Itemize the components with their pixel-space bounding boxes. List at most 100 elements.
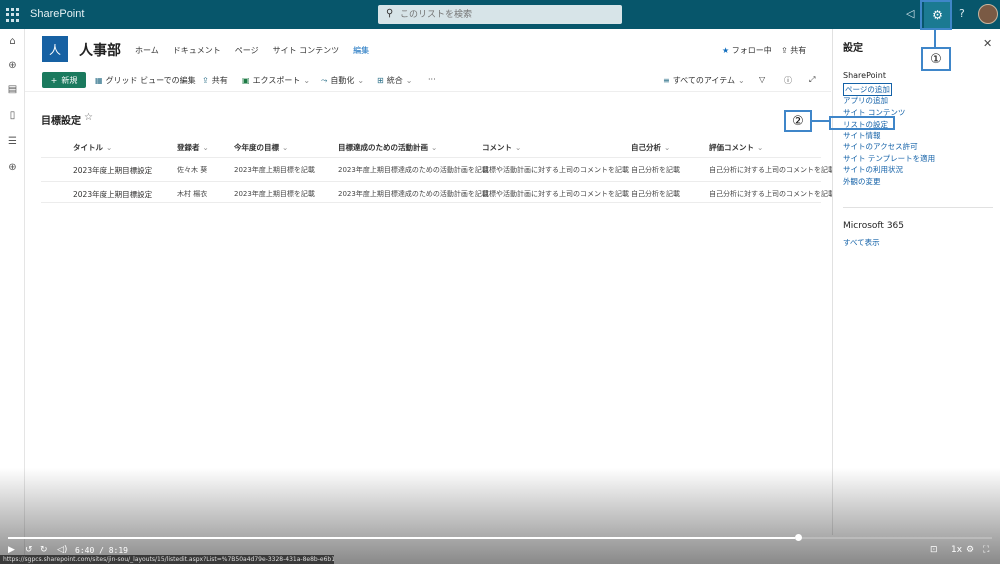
link-site-usage[interactable]: サイトの利用状況 [843, 164, 903, 175]
captions-icon[interactable]: ⊡ [930, 545, 938, 555]
cell-registrant: 佐々木 葵 [177, 166, 208, 174]
chevron-down-icon: ⌄ [282, 143, 289, 152]
nav-edit[interactable]: 編集 [353, 45, 369, 56]
chevron-down-icon: ⌄ [357, 76, 365, 85]
plus-icon: + [50, 75, 58, 85]
video-progress-handle[interactable] [795, 534, 802, 541]
cell-comment: 目標や活動計画に対する上司のコメントを記載 [482, 166, 629, 174]
info-icon[interactable]: ⓘ [784, 75, 792, 86]
grid-edit-button[interactable]: ▦ グリッド ビューでの編集 [95, 75, 196, 86]
follow-button[interactable]: ★ フォロー中 [722, 45, 772, 56]
column-header-goal[interactable]: 今年度の目標 ⌄ [234, 142, 288, 153]
expand-icon[interactable]: ⤢ [809, 75, 815, 85]
file-icon[interactable]: ▯ [6, 109, 19, 122]
lists-icon[interactable]: ☰ [6, 135, 19, 148]
nav-home[interactable]: ホーム [135, 45, 159, 56]
filter-icon[interactable]: ▽ [759, 75, 765, 84]
help-icon[interactable]: ? [959, 7, 965, 20]
callout-2: ② [784, 110, 812, 132]
integrate-button[interactable]: ⊞ 統合 ⌄ [377, 75, 412, 86]
automate-button[interactable]: ⤳ 自動化 ⌄ [321, 75, 364, 86]
integrate-icon: ⊞ [377, 76, 384, 85]
table-row[interactable]: 2023年度上期目標設定 木村 楊衣 2023年度上期目標を記載 2023年度上… [41, 181, 835, 203]
video-settings-icon[interactable]: ⚙ [966, 545, 974, 555]
view-selector[interactable]: ≡ すべてのアイテム ⌄ [663, 75, 745, 86]
share-icon: ⇪ [202, 76, 209, 85]
link-apply-site-template[interactable]: サイト テンプレートを適用 [843, 153, 935, 164]
video-progress-bar[interactable] [8, 534, 992, 541]
excel-icon: ▣ [242, 76, 250, 85]
list-settings-highlight-frame [829, 116, 895, 130]
chevron-down-icon: ⌄ [303, 76, 311, 85]
avatar[interactable] [978, 4, 998, 24]
link-site-info[interactable]: サイト情報 [843, 130, 881, 141]
news-icon[interactable]: ▤ [6, 83, 19, 96]
divider [843, 207, 993, 208]
chevron-down-icon: ⌄ [431, 143, 438, 152]
suite-bar: SharePoint ⚲ ◁ ⚙ ? [0, 0, 1000, 29]
app-launcher-icon[interactable] [6, 8, 20, 22]
favorite-star-icon[interactable]: ☆ [84, 112, 93, 123]
volume-icon[interactable]: ◁) [57, 545, 67, 555]
forward-icon[interactable]: ↻ [40, 545, 48, 555]
automate-icon: ⤳ [321, 76, 328, 85]
more-button[interactable]: ··· [428, 75, 436, 84]
share-icon: ⇪ [781, 46, 788, 55]
search-box[interactable]: ⚲ [378, 5, 622, 24]
link-change-look[interactable]: 外観の変更 [843, 176, 881, 187]
callout-line-2 [812, 120, 830, 122]
column-header-title[interactable]: タイトル ⌄ [73, 142, 112, 153]
brand-label[interactable]: SharePoint [30, 8, 84, 20]
column-header-comment[interactable]: コメント ⌄ [482, 142, 521, 153]
site-share-button[interactable]: ⇪ 共有 [781, 45, 806, 56]
gear-highlight-frame [920, 0, 952, 30]
link-add-app[interactable]: アプリの追加 [843, 95, 888, 106]
cell-plan: 2023年度上期目標達成のための活動計画を記載 [338, 190, 489, 198]
list-title: 目標設定 [41, 116, 81, 127]
globe-icon[interactable]: ⊕ [6, 59, 19, 72]
command-bar: + 新規 ▦ グリッド ビューでの編集 ⇪ 共有 ▣ エクスポート ⌄ ⤳ 自動化 ⌄ ⊞ 統合… [25, 68, 831, 92]
star-filled-icon: ★ [722, 46, 730, 55]
site-title[interactable]: 人事部 [79, 40, 121, 60]
search-input[interactable] [400, 7, 610, 22]
fullscreen-icon[interactable]: ⛶ [983, 545, 989, 555]
rewind-icon[interactable]: ↺ [25, 545, 33, 555]
column-header-plan[interactable]: 目標達成のための活動計画 ⌄ [338, 142, 437, 153]
playback-speed[interactable]: 1x [951, 545, 962, 555]
megaphone-icon[interactable]: ◁ [906, 7, 914, 20]
cell-title[interactable]: 2023年度上期目標設定 [73, 189, 152, 200]
export-button[interactable]: ▣ エクスポート ⌄ [242, 75, 310, 86]
grid-icon: ▦ [95, 76, 103, 85]
cell-self-analysis: 自己分析を記載 [631, 190, 680, 198]
share-button[interactable]: ⇪ 共有 [202, 75, 228, 86]
link-site-permissions[interactable]: サイトのアクセス許可 [843, 141, 918, 152]
close-icon[interactable]: ✕ [983, 37, 992, 50]
settings-panel: 設定 ✕ SharePoint ページの追加 アプリの追加 サイト コンテンツ … [832, 29, 1000, 535]
home-icon[interactable]: ⌂ [6, 35, 19, 48]
link-show-all[interactable]: すべて表示 [843, 237, 880, 248]
cell-title[interactable]: 2023年度上期目標設定 [73, 165, 152, 176]
new-button[interactable]: + 新規 [42, 72, 86, 88]
column-header-registrant[interactable]: 登録者 ⌄ [177, 142, 209, 153]
site-logo[interactable]: 人 [42, 36, 68, 62]
nav-site-contents[interactable]: サイト コンテンツ [273, 45, 340, 56]
cell-comment: 目標や活動計画に対する上司のコメントを記載 [482, 190, 629, 198]
cell-goal: 2023年度上期目標を記載 [234, 190, 315, 198]
view-list-icon: ≡ [663, 76, 670, 85]
table-header: タイトル ⌄ 登録者 ⌄ 今年度の目標 ⌄ 目標達成のための活動計画 ⌄ コメント ⌄ 自… [41, 135, 821, 157]
table-row[interactable]: 2023年度上期目標設定 佐々木 葵 2023年度上期目標を記載 2023年度上… [41, 157, 835, 179]
nav-pages[interactable]: ページ [235, 45, 259, 56]
chevron-down-icon: ⌄ [405, 76, 413, 85]
column-header-evaluation[interactable]: 評価コメント ⌄ [709, 142, 763, 153]
sharepoint-section-heading: SharePoint [843, 71, 886, 80]
cell-registrant: 木村 楊衣 [177, 190, 208, 198]
column-header-self-analysis[interactable]: 自己分析 ⌄ [631, 142, 670, 153]
status-url: https://sgpcs.sharepoint.com/sites/jin-s… [0, 555, 334, 564]
video-progress-fill [8, 537, 796, 539]
create-icon[interactable]: ⊕ [6, 161, 19, 174]
nav-documents[interactable]: ドキュメント [173, 45, 221, 56]
chevron-down-icon: ⌄ [738, 76, 745, 85]
callout-line-1 [934, 30, 936, 48]
cell-evaluation: 自己分析に対する上司のコメントを記載 [709, 166, 835, 174]
play-icon[interactable]: ▶ [8, 545, 15, 555]
